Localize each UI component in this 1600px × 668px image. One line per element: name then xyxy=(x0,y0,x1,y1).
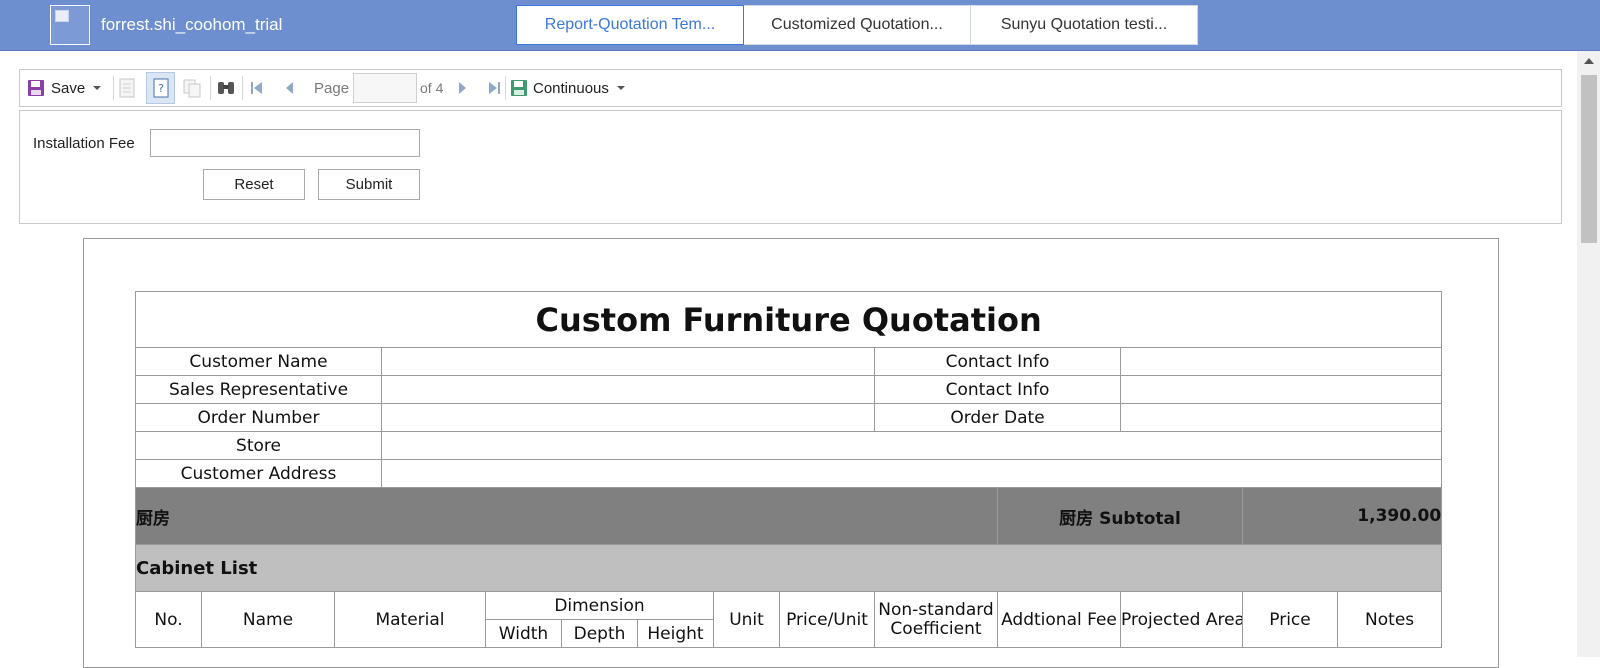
prev-page-button[interactable] xyxy=(284,70,294,106)
address-label: Customer Address xyxy=(135,459,382,488)
info-label: Order Date xyxy=(874,403,1121,432)
info-label: Customer Name xyxy=(135,347,382,376)
column-header-notes: Notes xyxy=(1336,591,1443,648)
first-page-button[interactable] xyxy=(250,70,264,106)
binoculars-icon xyxy=(218,82,234,94)
subsection-title: Cabinet List xyxy=(134,544,1443,592)
vertical-scrollbar[interactable] xyxy=(1577,51,1600,657)
scroll-up-icon[interactable] xyxy=(1584,58,1594,64)
find-button[interactable] xyxy=(216,70,236,106)
column-header-price-unit: Price/Unit xyxy=(779,591,875,648)
column-header-price: Price xyxy=(1242,591,1338,648)
report-tabs: Report-Quotation Tem... Customized Quota… xyxy=(516,5,1198,45)
column-header-nonstandard: Non-standard Coefficient xyxy=(874,591,998,648)
column-header-unit: Unit xyxy=(713,591,780,648)
parameters-panel: Installation Fee Reset Submit xyxy=(19,110,1562,224)
info-label: Contact Info xyxy=(874,375,1121,404)
chevron-down-icon xyxy=(616,86,625,90)
tab-sunyu-quotation[interactable]: Sunyu Quotation testi... xyxy=(971,5,1198,45)
column-header-no: No. xyxy=(135,591,202,648)
save-label: Save xyxy=(51,79,86,97)
parameters-toggle-button[interactable]: ? xyxy=(146,72,175,104)
column-header-dimension: Dimension xyxy=(485,591,714,620)
save-icon xyxy=(28,80,44,96)
copy-icon xyxy=(183,79,201,98)
info-label: Order Number xyxy=(135,403,382,432)
store-label: Store xyxy=(135,431,382,460)
column-header-additional-fee: Addtional Fee xyxy=(997,591,1121,648)
info-value xyxy=(1119,347,1443,376)
reset-button[interactable]: Reset xyxy=(203,169,305,200)
submit-button[interactable]: Submit xyxy=(318,169,420,200)
info-value xyxy=(381,375,875,404)
section-subtotal-label: 厨房 Subtotal xyxy=(997,487,1243,545)
prev-page-icon xyxy=(286,82,293,94)
view-mode-label: Continuous xyxy=(533,79,609,97)
column-header-name: Name xyxy=(201,591,335,648)
installation-fee-input[interactable] xyxy=(150,129,420,157)
last-page-button[interactable] xyxy=(487,70,501,106)
top-bar: forrest.shi_coohom_trial Report-Quotatio… xyxy=(0,0,1600,51)
page-count: of 4 xyxy=(420,80,444,96)
info-value xyxy=(381,403,875,432)
next-page-button[interactable] xyxy=(458,70,468,106)
column-header-height: Height xyxy=(637,619,714,648)
info-value xyxy=(1119,375,1443,404)
info-label: Sales Representative xyxy=(135,375,382,404)
view-mode-icon xyxy=(511,80,527,96)
view-mode-dropdown[interactable]: Continuous xyxy=(510,70,625,106)
document-icon xyxy=(119,78,135,98)
scrollbar-thumb[interactable] xyxy=(1581,75,1597,243)
first-page-icon xyxy=(251,82,262,94)
save-button[interactable]: Save xyxy=(27,70,102,106)
svg-text:?: ? xyxy=(158,82,164,95)
tab-report-quotation[interactable]: Report-Quotation Tem... xyxy=(516,5,744,45)
copy-button[interactable] xyxy=(182,70,202,106)
installation-fee-label: Installation Fee xyxy=(33,135,135,152)
toolbar-divider xyxy=(242,76,243,100)
section-name: 厨房 xyxy=(135,487,998,545)
toolbar-divider xyxy=(210,76,211,100)
section-subtotal-value: 1,390.00 xyxy=(1241,487,1443,545)
toolbar-divider xyxy=(113,76,114,100)
account-name[interactable]: forrest.shi_coohom_trial xyxy=(101,15,282,35)
info-label: Contact Info xyxy=(874,347,1121,376)
column-header-projected-area: Projected Area xyxy=(1120,591,1243,648)
column-header-depth: Depth xyxy=(561,619,638,648)
broken-image-icon xyxy=(55,10,69,22)
report-title: Custom Furniture Quotation xyxy=(134,291,1443,348)
app-logo[interactable] xyxy=(50,5,90,45)
report-toolbar: Save ? Page of 4 Continuous xyxy=(19,69,1562,107)
page-number-input[interactable] xyxy=(353,73,417,103)
tab-customized-quotation[interactable]: Customized Quotation... xyxy=(744,5,971,45)
last-page-icon xyxy=(489,82,500,94)
column-header-material: Material xyxy=(334,591,486,648)
info-value xyxy=(1119,403,1443,432)
page-label: Page xyxy=(314,79,350,97)
chevron-down-icon xyxy=(93,86,102,90)
help-doc-icon: ? xyxy=(153,78,168,98)
address-value xyxy=(380,459,1443,488)
quotation-table: Custom Furniture Quotation Customer Name… xyxy=(134,291,1443,648)
store-value xyxy=(380,431,1443,460)
toolbar-divider xyxy=(505,76,506,100)
document-button[interactable] xyxy=(118,70,136,106)
info-value xyxy=(381,347,875,376)
next-page-icon xyxy=(459,82,466,94)
column-header-width: Width xyxy=(485,619,562,648)
